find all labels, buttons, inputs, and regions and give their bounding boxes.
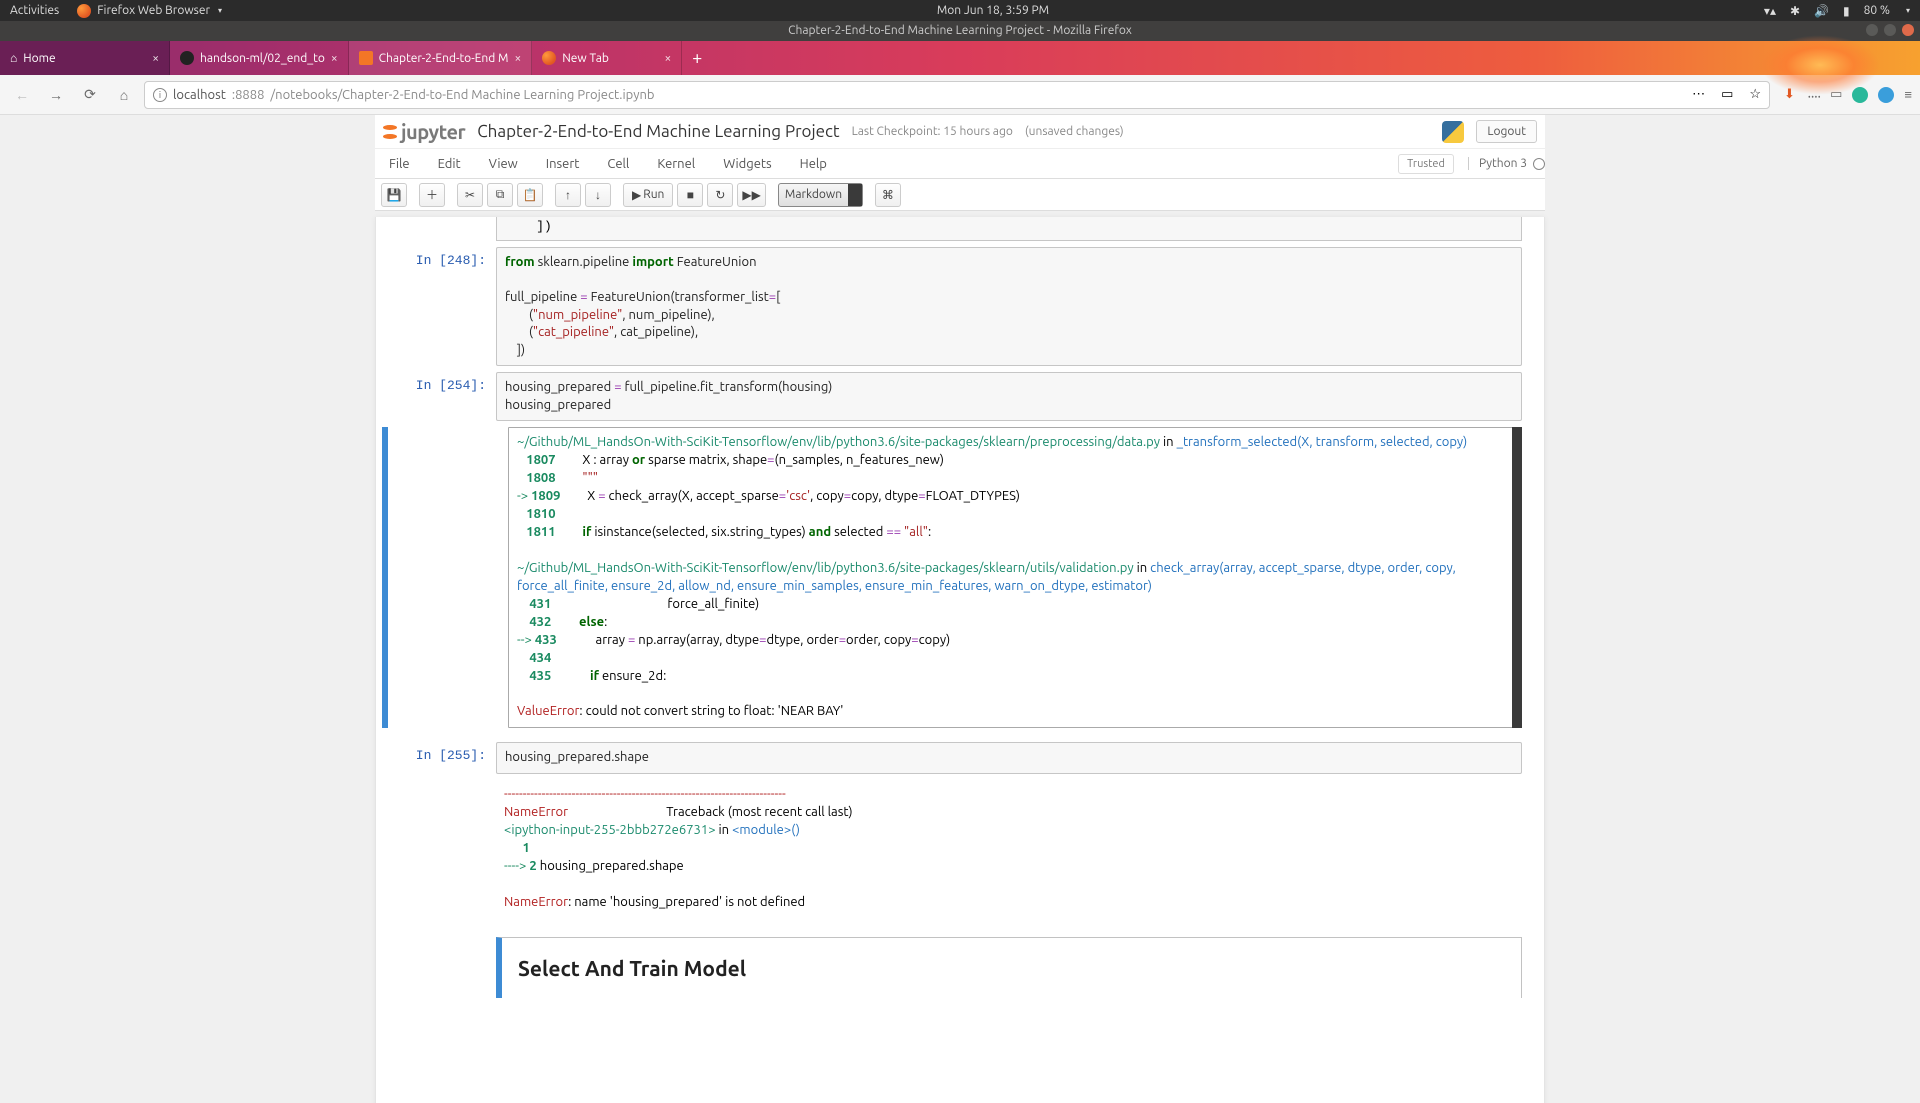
menu-insert[interactable]: Insert xyxy=(532,157,594,171)
tab-label: New Tab xyxy=(562,52,658,65)
restart-run-button[interactable]: ▶▶ xyxy=(737,183,765,207)
jupyter-icon xyxy=(359,51,373,65)
bluetooth-icon[interactable]: ✱ xyxy=(1790,4,1800,18)
url-port: :8888 xyxy=(232,88,265,102)
move-up-button[interactable]: ↑ xyxy=(555,183,581,207)
battery-icon[interactable]: ▮ xyxy=(1843,4,1850,18)
menu-help[interactable]: Help xyxy=(786,157,841,171)
close-button[interactable] xyxy=(1902,24,1914,36)
menu-view[interactable]: View xyxy=(475,157,532,171)
error-output[interactable]: ~/Github/ML_HandsOn-With-SciKit-Tensorfl… xyxy=(508,427,1522,728)
reader-icon[interactable]: ▭ xyxy=(1721,87,1733,102)
tab-jupyter[interactable]: Chapter-2-End-to-End M × xyxy=(349,41,533,75)
active-app-label: Firefox Web Browser xyxy=(97,4,210,17)
celltype-select[interactable]: Markdown xyxy=(778,183,863,207)
close-icon[interactable]: × xyxy=(331,52,338,65)
more-icon[interactable]: ⋯ xyxy=(1692,87,1705,102)
wifi-icon[interactable]: ▾▴ xyxy=(1764,4,1776,18)
home-button[interactable]: ⌂ xyxy=(110,81,138,109)
jupyter-icon xyxy=(383,125,397,139)
run-label: Run xyxy=(643,188,664,201)
maximize-button[interactable] xyxy=(1884,24,1896,36)
menu-kernel[interactable]: Kernel xyxy=(643,157,709,171)
trusted-indicator[interactable]: Trusted xyxy=(1398,154,1454,174)
save-button[interactable]: 💾 xyxy=(381,183,407,207)
jupyter-logo[interactable]: jupyter xyxy=(383,120,465,143)
kernel-label: Python 3 xyxy=(1479,157,1527,170)
input-prompt: In [254]: xyxy=(376,372,496,421)
tab-new[interactable]: New Tab × xyxy=(532,41,682,75)
url-input[interactable]: i localhost :8888/notebooks/Chapter-2-End… xyxy=(144,81,1770,109)
insert-cell-button[interactable]: ＋ xyxy=(419,183,445,207)
battery-label: 80 % xyxy=(1864,4,1890,17)
close-icon[interactable]: × xyxy=(514,52,521,65)
menu-edit[interactable]: Edit xyxy=(424,157,475,171)
menu-cell[interactable]: Cell xyxy=(593,157,643,171)
chevron-down-icon[interactable]: ▾ xyxy=(1906,6,1910,15)
menu-file[interactable]: File xyxy=(375,157,424,171)
window-title: Chapter-2-End-to-End Machine Learning Pr… xyxy=(788,24,1132,37)
window-titlebar: Chapter-2-End-to-End Machine Learning Pr… xyxy=(0,21,1920,41)
volume-icon[interactable]: 🔊 xyxy=(1814,4,1829,18)
kernel-indicator[interactable]: Python 3 xyxy=(1468,157,1545,170)
run-button[interactable]: ▶ Run xyxy=(623,183,673,207)
firefox-icon xyxy=(77,4,91,18)
browser-navbar: ← → ⟳ ⌂ i localhost :8888/notebooks/Chapt… xyxy=(0,75,1920,115)
firefox-icon xyxy=(542,51,556,65)
tab-label: Home xyxy=(23,52,146,65)
close-icon[interactable]: × xyxy=(152,52,159,65)
active-app[interactable]: Firefox Web Browser ▾ xyxy=(77,4,222,18)
browser-tab-strip: ⌂ Home × handson-ml/02_end_to × Chapter-… xyxy=(0,41,1920,75)
cut-button[interactable]: ✂ xyxy=(457,183,483,207)
code-fragment: ]) xyxy=(496,217,1522,241)
paste-button[interactable]: 📋 xyxy=(517,183,543,207)
extension-icon[interactable] xyxy=(1878,87,1894,103)
tab-github[interactable]: handson-ml/02_end_to × xyxy=(170,41,349,75)
site-info-icon[interactable]: i xyxy=(153,88,167,102)
move-down-button[interactable]: ↓ xyxy=(585,183,611,207)
input-prompt: In [248]: xyxy=(376,247,496,366)
markdown-heading: Select And Train Model xyxy=(518,956,1505,980)
bookmark-icon[interactable]: ☆ xyxy=(1749,87,1761,102)
command-palette-button[interactable]: ⌘ xyxy=(875,183,901,207)
github-icon xyxy=(180,51,194,65)
notebook-title[interactable]: Chapter-2-End-to-End Machine Learning Pr… xyxy=(477,122,839,141)
markdown-cell[interactable]: Select And Train Model xyxy=(496,937,1522,998)
jupyter-logo-text: jupyter xyxy=(401,120,465,143)
url-path: /notebooks/Chapter-2-End-to-End Machine … xyxy=(270,88,654,102)
logout-button[interactable]: Logout xyxy=(1476,120,1537,143)
activities-button[interactable]: Activities xyxy=(10,4,59,17)
tab-home[interactable]: ⌂ Home × xyxy=(0,41,170,75)
unsaved-label: (unsaved changes) xyxy=(1025,125,1124,138)
reload-button[interactable]: ⟳ xyxy=(76,81,104,109)
tab-label: Chapter-2-End-to-End M xyxy=(379,52,509,65)
restart-button[interactable]: ↻ xyxy=(707,183,733,207)
menu-widgets[interactable]: Widgets xyxy=(709,157,785,171)
new-tab-button[interactable]: + xyxy=(682,41,712,75)
error-output: ----------------------------------------… xyxy=(496,780,1522,918)
interrupt-button[interactable]: ■ xyxy=(677,183,703,207)
code-input[interactable]: housing_prepared = full_pipeline.fit_tra… xyxy=(496,372,1522,421)
code-input[interactable]: housing_prepared.shape xyxy=(496,742,1522,774)
clock[interactable]: Mon Jun 18, 3:59 PM xyxy=(222,4,1764,17)
kernel-status-icon xyxy=(1533,158,1545,170)
python-icon xyxy=(1442,121,1464,143)
gnome-top-bar: Activities Firefox Web Browser ▾ Mon Jun… xyxy=(0,0,1920,21)
back-button[interactable]: ← xyxy=(8,81,36,109)
scrollbar-thumb[interactable] xyxy=(1512,427,1522,728)
home-icon: ⌂ xyxy=(10,51,17,65)
menu-button[interactable]: ≡ xyxy=(1904,87,1912,102)
minimize-button[interactable] xyxy=(1866,24,1878,36)
url-host: localhost xyxy=(173,88,226,102)
input-prompt: In [255]: xyxy=(376,742,496,774)
copy-button[interactable]: ⧉ xyxy=(487,183,513,207)
tab-label: handson-ml/02_end_to xyxy=(200,52,325,65)
code-input[interactable]: from sklearn.pipeline import FeatureUnio… xyxy=(496,247,1522,366)
forward-button[interactable]: → xyxy=(42,81,70,109)
close-icon[interactable]: × xyxy=(664,52,671,65)
celltype-label: Markdown xyxy=(785,188,842,201)
checkpoint-label: Last Checkpoint: 15 hours ago xyxy=(852,125,1013,138)
